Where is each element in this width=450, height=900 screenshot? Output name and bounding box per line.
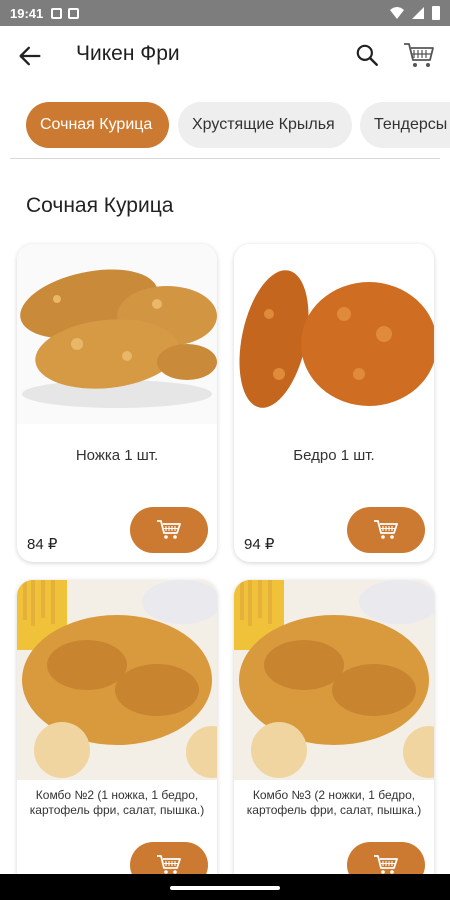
tab-juicy-chicken[interactable]: Сочная Курица (26, 102, 169, 148)
toolbar: Чикен Фри (0, 26, 450, 84)
product-card[interactable]: Комбо №2 (1 ножка, 1 бедро, картофель фр… (17, 580, 217, 874)
category-tabs: Сочная Курица Хрустящие Крылья Тендерсы (0, 100, 450, 152)
product-card[interactable]: Ножка 1 шт. 84 ₽ (17, 244, 217, 562)
notification-icon (68, 7, 80, 19)
product-image (17, 580, 217, 780)
add-to-cart-button[interactable] (347, 842, 425, 874)
tab-tenders[interactable]: Тендерсы (360, 102, 450, 148)
divider (10, 158, 440, 159)
tab-crispy-wings[interactable]: Хрустящие Крылья (178, 102, 352, 148)
product-card[interactable]: Комбо №3 (2 ножки, 1 бедро, картофель фр… (234, 580, 434, 874)
cart-add-icon (374, 520, 398, 539)
product-image (17, 244, 217, 424)
combo-meal-image (17, 580, 217, 780)
cart-icon[interactable] (402, 40, 436, 70)
cart-add-icon (157, 520, 181, 539)
product-name: Бедро 1 шт. (293, 447, 375, 464)
section-title: Сочная Курица (26, 194, 174, 217)
cart-add-icon (157, 855, 181, 874)
product-image (234, 244, 434, 424)
wifi-icon (390, 7, 404, 19)
page-title: Чикен Фри (76, 42, 180, 65)
arrow-left-icon[interactable] (16, 42, 44, 70)
home-handle[interactable] (170, 886, 280, 890)
system-nav-bar (0, 874, 450, 900)
screen: Чикен Фри Сочная Курица Хрустящие Крылья… (0, 26, 450, 874)
status-bar: 19:41 (0, 0, 450, 26)
combo-meal-image (234, 580, 434, 780)
status-icons (390, 6, 440, 20)
add-to-cart-button[interactable] (130, 507, 208, 553)
add-to-cart-button[interactable] (130, 842, 208, 874)
search-icon[interactable] (354, 42, 380, 68)
product-image (234, 580, 434, 780)
product-price: 94 ₽ (244, 536, 275, 553)
battery-icon (432, 6, 440, 20)
add-to-cart-button[interactable] (347, 507, 425, 553)
chicken-drumstick-image (17, 244, 217, 424)
status-time: 19:41 (10, 5, 44, 21)
signal-icon (412, 7, 424, 19)
product-price: 84 ₽ (27, 536, 58, 553)
product-card[interactable]: Бедро 1 шт. 94 ₽ (234, 244, 434, 562)
notification-icon (51, 7, 63, 19)
cart-add-icon (374, 855, 398, 874)
product-name: Комбо №2 (1 ножка, 1 бедро, картофель фр… (29, 788, 205, 817)
product-name: Комбо №3 (2 ножки, 1 бедро, картофель фр… (246, 788, 422, 817)
product-name: Ножка 1 шт. (75, 447, 159, 464)
chicken-thigh-image (234, 244, 434, 424)
